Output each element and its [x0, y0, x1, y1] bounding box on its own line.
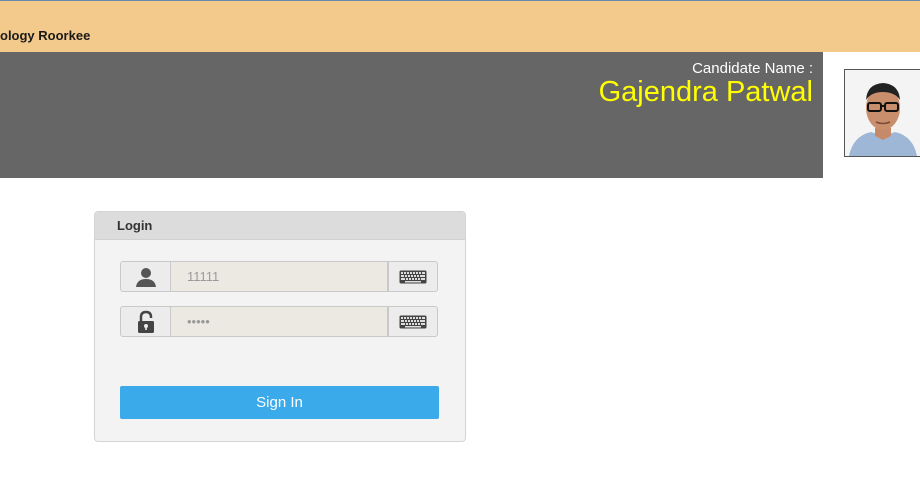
- institute-banner: ology Roorkee: [0, 1, 920, 52]
- password-input[interactable]: [171, 307, 387, 336]
- user-icon: [120, 261, 171, 292]
- login-panel-header: Login: [95, 212, 465, 240]
- candidate-header: Candidate Name : Gajendra Patwal: [0, 52, 920, 178]
- institute-name: ology Roorkee: [0, 28, 91, 43]
- login-title: Login: [117, 218, 153, 233]
- candidate-name-label: Candidate Name :: [692, 60, 813, 77]
- keyboard-icon[interactable]: [388, 261, 438, 292]
- password-input-wrapper: [170, 306, 388, 337]
- photo-panel: [823, 52, 920, 178]
- password-row: [120, 306, 438, 337]
- login-panel: Login 11111 ••••• Sign In: [94, 211, 466, 442]
- keyboard-icon[interactable]: [388, 306, 438, 337]
- candidate-name: Gajendra Patwal: [598, 76, 813, 108]
- username-input-wrapper: [170, 261, 388, 292]
- sign-in-button[interactable]: Sign In: [120, 386, 439, 419]
- lock-icon: [120, 306, 171, 337]
- username-row: [120, 261, 438, 292]
- username-input[interactable]: [171, 262, 387, 291]
- candidate-photo: [844, 69, 920, 157]
